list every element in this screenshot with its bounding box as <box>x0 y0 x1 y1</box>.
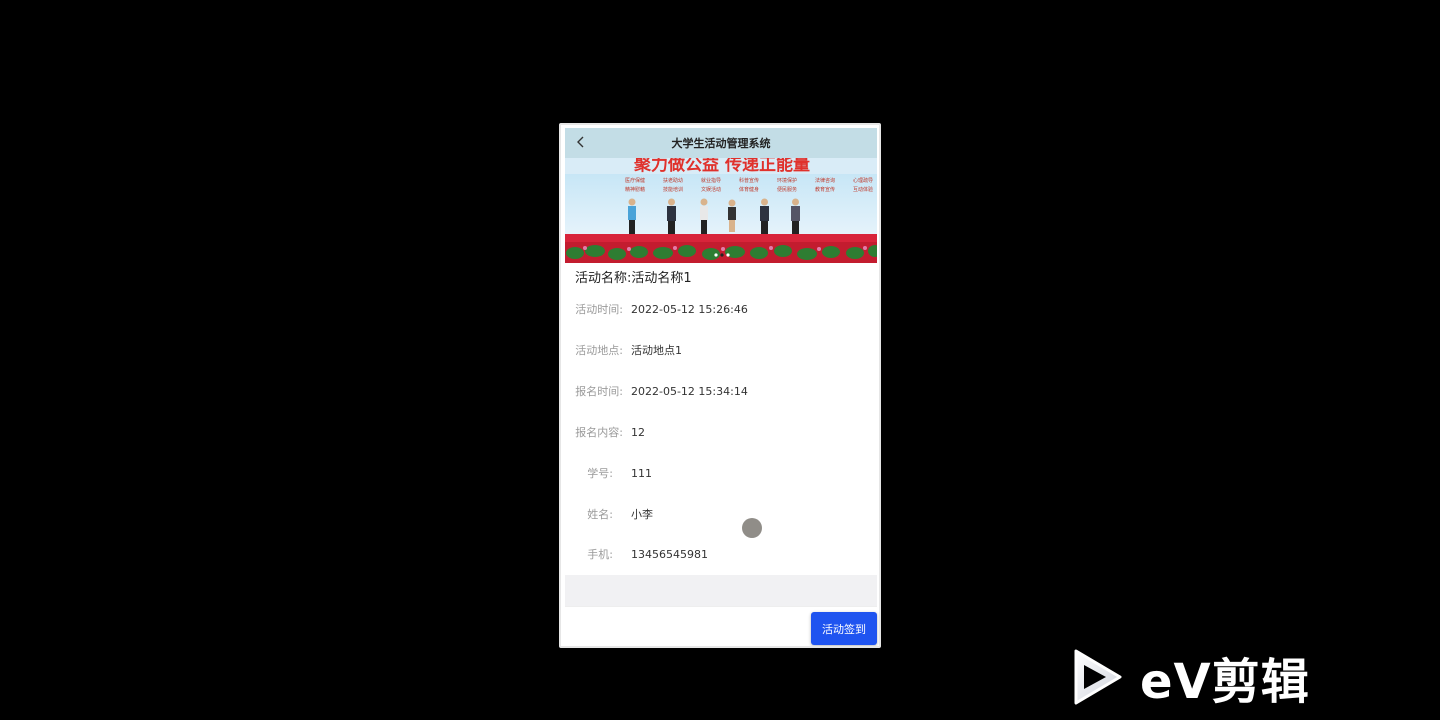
field-value: 2022-05-12 15:34:14 <box>631 384 748 398</box>
banner-tag: 就业指导 <box>701 177 721 184</box>
activity-name-row: 活动名称: 活动名称1 <box>565 263 877 289</box>
field-activity-location: 活动地点: 活动地点1 <box>565 340 877 360</box>
field-name: 姓名: 小李 <box>565 504 877 524</box>
phone-frame: 大学生活动管理系统 聚力做公益 传递正能量 医疗保健 扶老助幼 就业指导 科普宣传 环境… <box>559 123 881 648</box>
banner-tag: 法律咨询 <box>815 177 835 184</box>
banner-tag: 文娱活动 <box>701 186 721 193</box>
field-value: 2022-05-12 15:26:46 <box>631 302 748 316</box>
back-button[interactable] <box>571 132 591 152</box>
banner-tag: 扶老助幼 <box>663 177 683 184</box>
title-bar: 大学生活动管理系统 <box>565 128 877 158</box>
activity-name-label: 活动名称: <box>575 270 632 286</box>
field-phone: 手机: 13456545981 <box>565 544 877 564</box>
field-value: 111 <box>631 466 652 480</box>
banner-tag: 科普宣传 <box>739 177 759 184</box>
field-label: 报名时间: <box>575 385 623 398</box>
field-label: 活动时间: <box>575 303 623 316</box>
field-label: 手机: <box>587 548 613 561</box>
activity-name-value: 活动名称1 <box>631 270 692 286</box>
banner-tag: 教育宣传 <box>815 186 835 193</box>
activity-detail: 活动名称: 活动名称1 活动时间: 2022-05-12 15:26:46 活动… <box>565 263 877 562</box>
banner-tag: 精神慰藉 <box>625 186 645 193</box>
field-label: 姓名: <box>587 508 613 521</box>
action-bar: 活动签到 <box>565 606 877 646</box>
field-label: 学号: <box>587 467 613 480</box>
content-divider <box>565 575 877 606</box>
banner-tag: 环境保护 <box>777 177 797 184</box>
field-signup-time: 报名时间: 2022-05-12 15:34:14 <box>565 381 877 401</box>
field-value: 12 <box>631 425 645 439</box>
banner-tag: 医疗保健 <box>625 177 645 184</box>
field-activity-time: 活动时间: 2022-05-12 15:26:46 <box>565 299 877 319</box>
page-title: 大学生活动管理系统 <box>671 137 771 150</box>
video-watermark: eV剪辑 <box>1070 645 1340 710</box>
touch-cursor-indicator <box>742 518 762 538</box>
field-label: 活动地点: <box>575 344 623 357</box>
field-value: 13456545981 <box>631 547 708 561</box>
chevron-left-icon <box>577 136 584 148</box>
field-student-id: 学号: 111 <box>565 463 877 483</box>
activity-signin-button[interactable]: 活动签到 <box>811 612 877 645</box>
banner-image[interactable]: 聚力做公益 传递正能量 医疗保健 扶老助幼 就业指导 科普宣传 环境保护 法律咨询 心理疏导… <box>565 158 877 263</box>
banner-tag: 技能培训 <box>663 186 683 193</box>
field-signup-content: 报名内容: 12 <box>565 422 877 442</box>
field-value: 活动地点1 <box>631 344 682 357</box>
banner-tag: 体育健身 <box>739 186 759 193</box>
banner-photo: 聚力做公益 传递正能量 医疗保健 扶老助幼 就业指导 科普宣传 环境保护 法律咨询 心理疏导… <box>565 158 877 263</box>
banner-tag: 心理疏导 <box>853 177 873 184</box>
app-screen: 大学生活动管理系统 聚力做公益 传递正能量 医疗保健 扶老助幼 就业指导 科普宣传 环境… <box>565 128 877 646</box>
field-label: 报名内容: <box>575 426 623 439</box>
banner-tag: 便民服务 <box>777 186 797 193</box>
banner-headline: 聚力做公益 传递正能量 <box>633 158 810 175</box>
play-icon <box>1074 649 1122 705</box>
banner-tag: 互动体验 <box>853 186 873 193</box>
field-value: 小李 <box>631 508 653 521</box>
watermark-text: eV剪辑 <box>1140 654 1310 710</box>
